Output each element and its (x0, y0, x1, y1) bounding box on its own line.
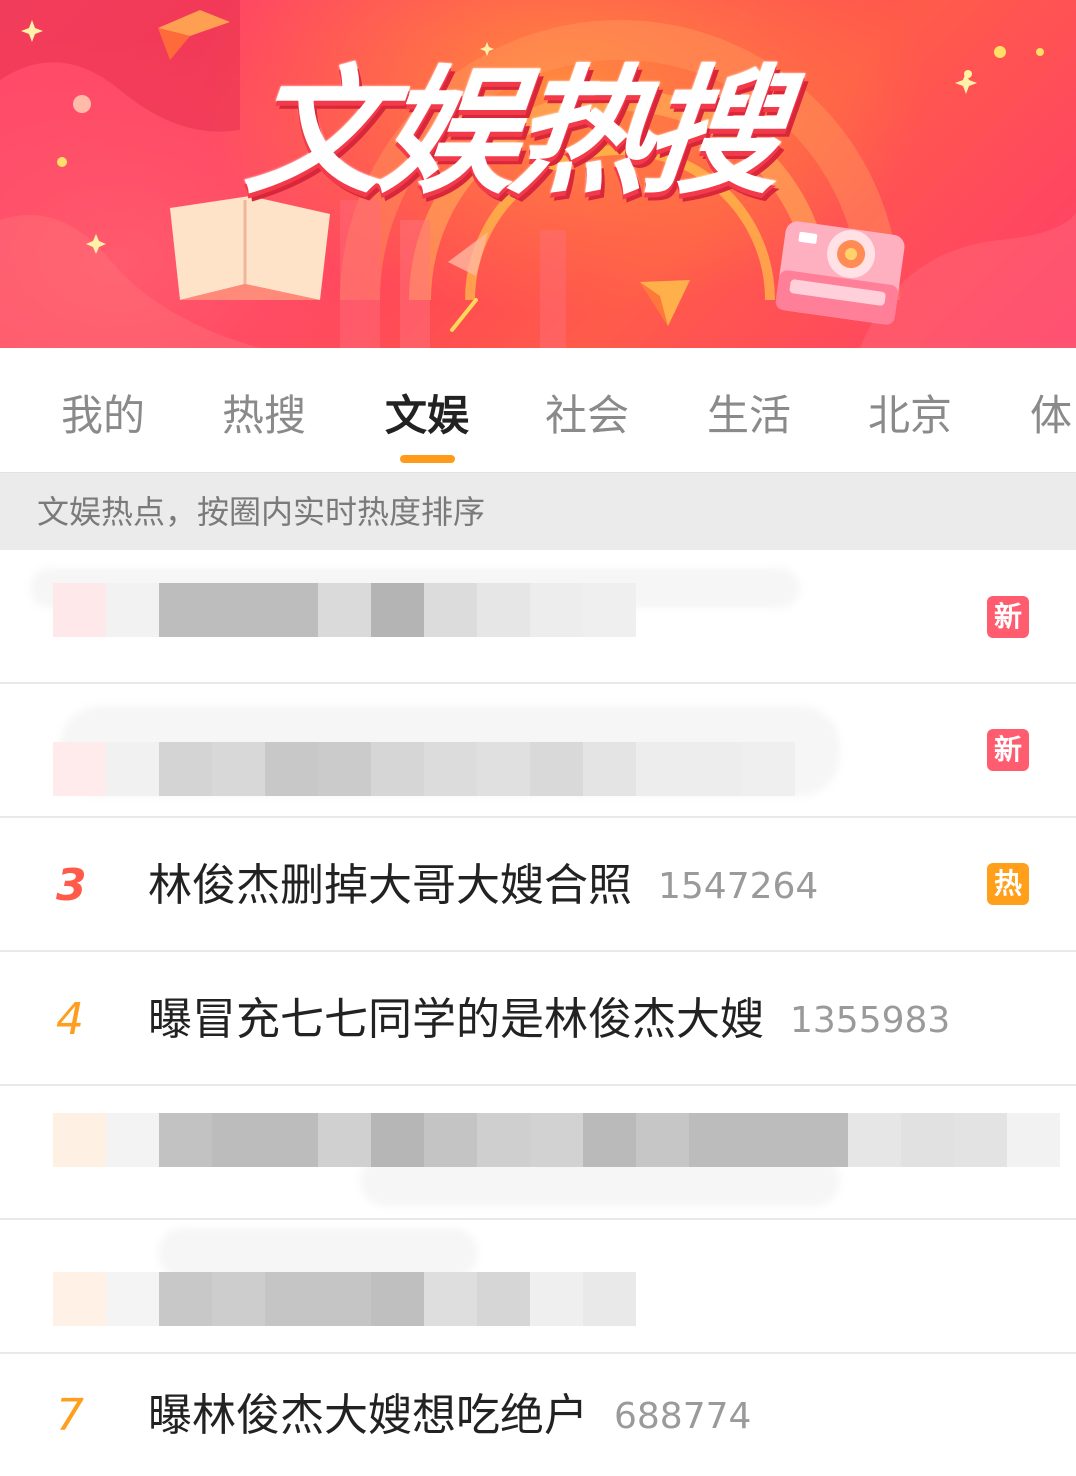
tab-society[interactable]: 社会 (545, 386, 629, 446)
active-tab-indicator (400, 455, 455, 463)
banner-title: 文娱热搜 (239, 52, 785, 213)
rank-number: 7 (56, 1390, 84, 1441)
section-subtitle: 文娱热点，按圈内实时热度排序 (37, 493, 486, 531)
heat-count: 1355983 (790, 1000, 951, 1041)
hot-search-title: 曝冒充七七同学的是林俊杰大嫂 1355983 (148, 990, 950, 1050)
list-item[interactable]: 4 曝冒充七七同学的是林俊杰大嫂 1355983 (0, 952, 1076, 1086)
category-tabs: 我的 热搜 文娱 社会 生活 北京 体 (0, 348, 1076, 472)
hot-search-title: 林俊杰删掉大哥大嫂合照 1547264 (148, 856, 818, 916)
rank-number: 3 (56, 860, 87, 911)
tab-sports[interactable]: 体 (1030, 386, 1072, 446)
tab-beijing[interactable]: 北京 (868, 386, 952, 446)
censor-smudge (158, 1228, 478, 1278)
heat-count: 688774 (614, 1396, 752, 1437)
rank-number: 4 (56, 994, 84, 1045)
list-item[interactable] (0, 1220, 1076, 1354)
list-item[interactable]: 新 (0, 550, 1076, 684)
censored-title (53, 1272, 636, 1326)
tab-hot-search[interactable]: 热搜 (222, 386, 306, 446)
hot-search-title: 曝林俊杰大嫂想吃绝户 688774 (148, 1386, 751, 1446)
hot-search-title-text: 曝林俊杰大嫂想吃绝户 (148, 1390, 588, 1441)
list-item[interactable]: 新 (0, 684, 1076, 818)
hot-badge: 热 (987, 863, 1029, 905)
hot-search-title-text: 林俊杰删掉大哥大嫂合照 (148, 860, 632, 911)
tab-entertainment[interactable]: 文娱 (385, 386, 469, 446)
censored-title (53, 742, 795, 796)
hot-search-banner: 文娱热搜 (0, 0, 1076, 348)
list-item[interactable] (0, 1086, 1076, 1220)
new-badge: 新 (987, 729, 1029, 771)
hot-search-title-text: 曝冒充七七同学的是林俊杰大嫂 (148, 994, 764, 1045)
section-subtitle-bar: 文娱热点，按圈内实时热度排序 (0, 472, 1076, 550)
list-item[interactable]: 3 林俊杰删掉大哥大嫂合照 1547264 热 (0, 818, 1076, 952)
censored-title (53, 1113, 1060, 1167)
censored-title (53, 583, 636, 637)
tab-life[interactable]: 生活 (707, 386, 791, 446)
tab-mine[interactable]: 我的 (61, 386, 145, 446)
heat-count: 1547264 (658, 866, 819, 907)
new-badge: 新 (987, 596, 1029, 638)
list-item[interactable]: 7 曝林俊杰大嫂想吃绝户 688774 (0, 1354, 1076, 1476)
